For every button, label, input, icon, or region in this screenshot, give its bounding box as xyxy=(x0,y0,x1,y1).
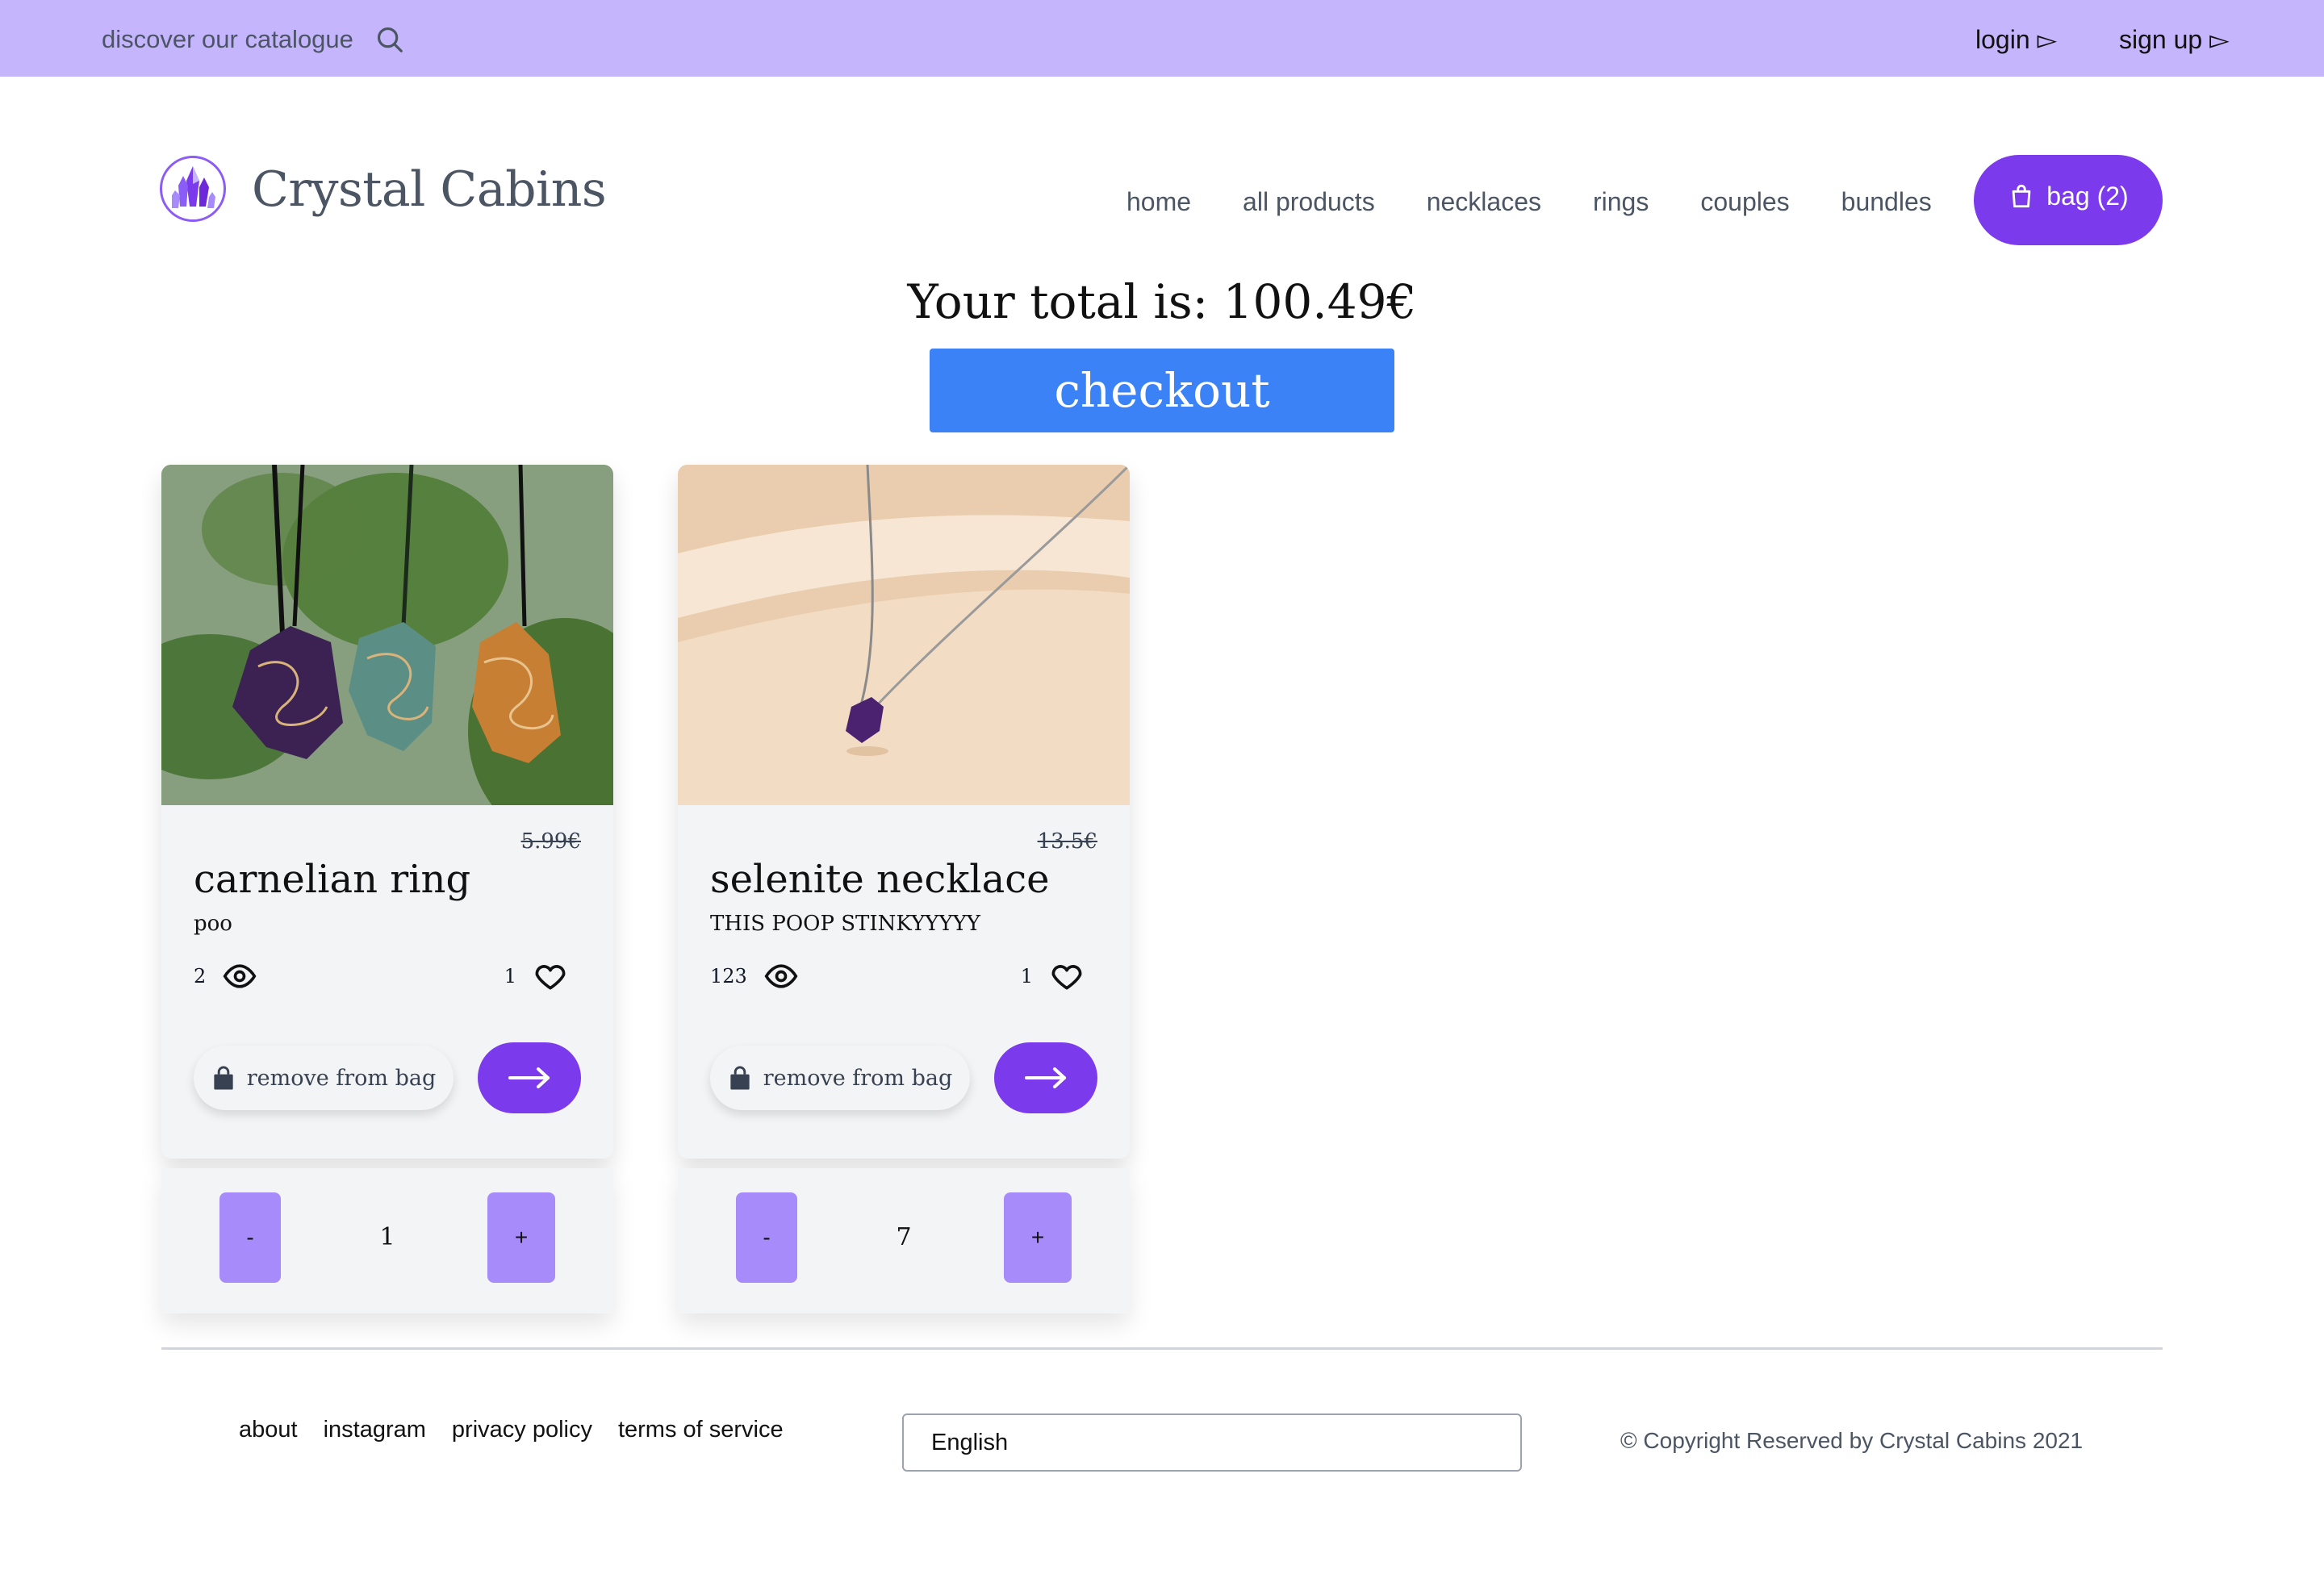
copyright-text: © Copyright Reserved by Crystal Cabins 2… xyxy=(1620,1428,2084,1453)
nav-bundles[interactable]: bundles xyxy=(1841,187,1932,217)
increase-quantity-button[interactable]: + xyxy=(487,1192,555,1283)
like-count-value: 1 xyxy=(504,965,516,988)
footer-link-terms-of-service[interactable]: terms of service xyxy=(618,1417,784,1443)
product-price: 13.5€ xyxy=(1037,829,1097,854)
quantity-stepper: - 1 + xyxy=(161,1168,613,1313)
footer-link-about[interactable]: about xyxy=(239,1417,298,1443)
like-count-value: 1 xyxy=(1020,965,1033,988)
bag-button[interactable]: bag (2) xyxy=(1974,155,2163,245)
remove-from-bag-button[interactable]: remove from bag xyxy=(710,1046,970,1110)
search-icon xyxy=(377,27,403,52)
eye-icon xyxy=(764,964,798,988)
catalogue-search[interactable]: discover our catalogue xyxy=(102,24,405,55)
nav-all-products[interactable]: all products xyxy=(1243,187,1375,217)
nav-rings[interactable]: rings xyxy=(1593,187,1649,217)
decrease-quantity-button[interactable]: - xyxy=(219,1192,281,1283)
product-image[interactable] xyxy=(161,465,613,805)
decrease-quantity-button[interactable]: - xyxy=(736,1192,797,1283)
signup-link[interactable]: sign up ▻ xyxy=(2119,24,2230,55)
brand-logo[interactable] xyxy=(160,156,226,222)
view-count: 123 xyxy=(710,958,799,994)
quantity-stepper: - 7 + xyxy=(678,1168,1130,1313)
footer-links: about instagram privacy policy terms of … xyxy=(239,1417,784,1443)
lock-bag-icon xyxy=(214,1066,233,1090)
crystal-logo-icon xyxy=(172,166,215,208)
view-count-value: 2 xyxy=(194,965,207,988)
shopping-bag-icon xyxy=(2012,184,2031,208)
view-product-button[interactable] xyxy=(478,1042,581,1113)
nav-home[interactable]: home xyxy=(1126,187,1191,217)
main-nav: home all products necklaces rings couple… xyxy=(1126,187,1932,217)
eye-icon xyxy=(223,964,257,988)
heart-icon xyxy=(1051,965,1082,990)
view-count-value: 123 xyxy=(710,965,747,988)
like-count[interactable]: 1 xyxy=(1021,958,1085,994)
arrow-right-icon xyxy=(1025,1067,1066,1088)
quantity-value: 7 xyxy=(896,1223,912,1251)
product-price: 5.99€ xyxy=(520,829,581,854)
brand-name[interactable]: Crystal Cabins xyxy=(252,161,607,218)
product-card: 5.99€ carnelian ring poo 2 1 remove from… xyxy=(161,465,613,1159)
like-count[interactable]: 1 xyxy=(504,958,568,994)
footer-link-privacy-policy[interactable]: privacy policy xyxy=(452,1417,592,1443)
remove-label: remove from bag xyxy=(763,1065,953,1091)
search-label: discover our catalogue xyxy=(102,25,353,53)
heart-icon xyxy=(535,965,566,990)
cart-total: Your total is: 100.49€ xyxy=(907,274,1417,329)
footer-divider xyxy=(161,1347,2163,1350)
language-select[interactable]: English xyxy=(902,1413,1522,1472)
remove-from-bag-button[interactable]: remove from bag xyxy=(194,1046,454,1110)
product-image[interactable] xyxy=(678,465,1130,805)
lock-bag-icon xyxy=(730,1066,750,1090)
footer-link-instagram[interactable]: instagram xyxy=(324,1417,426,1443)
product-name[interactable]: selenite necklace xyxy=(710,857,1050,902)
bag-label: bag (2) xyxy=(2046,181,2129,211)
increase-quantity-button[interactable]: + xyxy=(1004,1192,1072,1283)
product-description: poo xyxy=(194,912,232,936)
quantity-value: 1 xyxy=(379,1223,395,1251)
product-card: 13.5€ selenite necklace THIS POOP STINKY… xyxy=(678,465,1130,1159)
nav-necklaces[interactable]: necklaces xyxy=(1427,187,1541,217)
checkout-button[interactable]: checkout xyxy=(930,349,1394,432)
product-description: THIS POOP STINKYYYYY xyxy=(710,912,980,936)
view-product-button[interactable] xyxy=(994,1042,1097,1113)
product-name[interactable]: carnelian ring xyxy=(194,857,470,902)
view-count: 2 xyxy=(194,958,257,994)
arrow-right-icon xyxy=(508,1067,550,1088)
remove-label: remove from bag xyxy=(246,1065,437,1091)
nav-couples[interactable]: couples xyxy=(1700,187,1789,217)
login-link[interactable]: login ▻ xyxy=(1975,24,2057,55)
